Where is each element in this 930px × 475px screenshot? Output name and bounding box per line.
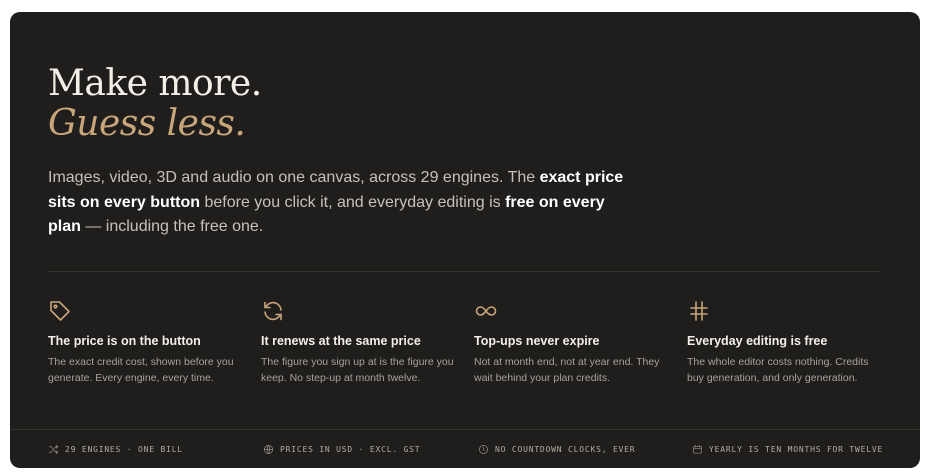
clock-icon [479,444,488,454]
footer-label: PRICES IN USD · EXCL. GST [280,444,421,454]
footer-item-no-countdown: NO COUNTDOWN CLOCKS, EVER [478,442,635,456]
refresh-icon [261,299,285,323]
feature-body: The figure you sign up at is the figure … [261,356,454,384]
feature-title: The price is on the button [48,334,201,348]
footer-label: YEARLY IS TEN MONTHS FOR TWELVE [709,444,884,454]
pricing-hero-card: Make more. Guess less. Images, video, 3D… [10,12,920,468]
feature-title: Top-ups never expire [474,334,600,348]
feature-title: Everyday editing is free [687,334,828,348]
feature-renews-same-price: It renews at the same price The figure y… [261,299,461,386]
hero-title-line2: Guess less. [48,103,246,144]
feature-body: The exact credit cost, shown before you … [48,356,234,384]
infinity-icon [474,299,498,323]
footer-label: 29 ENGINES · ONE BILL [65,444,183,454]
feature-body: The whole editor costs nothing. Credits … [687,356,869,384]
lede-text-1: Images, video, 3D and audio on one canva… [48,169,540,186]
footer-item-engines: 29 ENGINES · ONE BILL [48,442,183,456]
section-divider [48,271,880,272]
feature-body: Not at month end, not at year end. They … [474,356,660,384]
globe-icon [264,444,273,454]
feature-editing-free: Everyday editing is free The whole edito… [687,299,887,386]
shuffle-icon [49,444,58,454]
calendar-icon [693,444,702,454]
lede-text-2: before you click it, and everyday editin… [200,193,506,211]
hero-lede: Images, video, 3D and audio on one canva… [48,166,638,240]
feature-title: It renews at the same price [261,334,421,348]
footer-item-currency: PRICES IN USD · EXCL. GST [263,442,420,456]
feature-topups-never-expire: Top-ups never expire Not at month end, n… [474,299,674,386]
feature-price-on-button: The price is on the button The exact cre… [48,299,248,386]
footer-label: NO COUNTDOWN CLOCKS, EVER [495,444,636,454]
lede-text-3: — including the free one. [80,218,264,235]
footer-item-yearly: YEARLY IS TEN MONTHS FOR TWELVE [692,442,883,456]
feature-list: The price is on the button The exact cre… [48,299,908,399]
footer-strip: 29 ENGINES · ONE BILL PRICES IN USD · EX… [10,429,920,468]
hash-icon [687,299,711,323]
hero-title-line1: Make more. [48,63,262,104]
hero-title: Make more. Guess less. [48,64,262,144]
tag-icon [48,299,72,323]
